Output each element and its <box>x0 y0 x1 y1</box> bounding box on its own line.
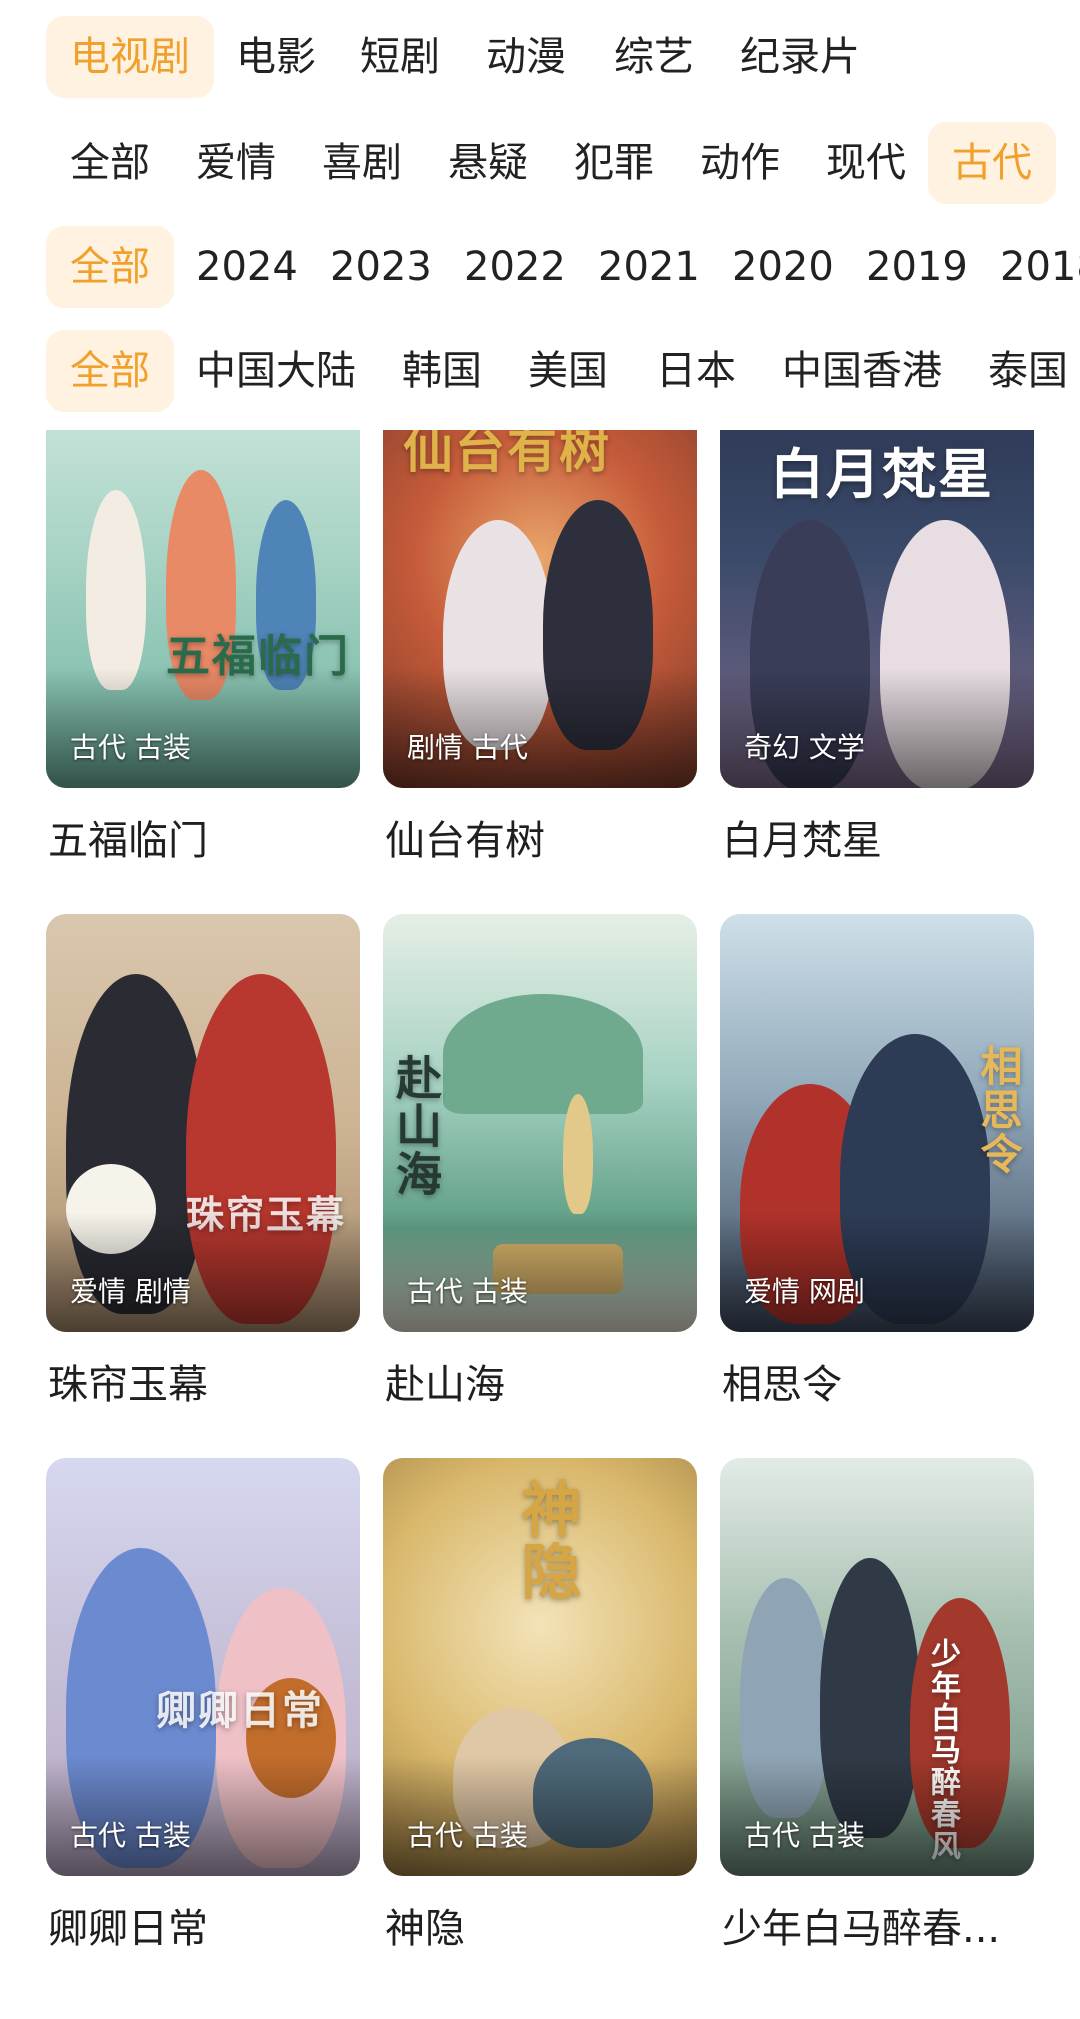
region-row: 全部 中国大陆 韩国 美国 日本 中国香港 泰国 <box>0 330 1080 412</box>
show-tags: 奇幻 文学 <box>744 731 865 764</box>
year-2020[interactable]: 2020 <box>708 226 858 308</box>
genre-modern[interactable]: 现代 <box>802 122 930 204</box>
show-title: 五福临门 <box>48 818 208 864</box>
region-all[interactable]: 全部 <box>46 330 174 412</box>
region-korea[interactable]: 韩国 <box>378 330 506 412</box>
show-title: 白月梵星 <box>722 818 882 864</box>
genre-mystery[interactable]: 悬疑 <box>424 122 552 204</box>
show-title: 少年白马醉春... <box>722 1906 1001 1952</box>
year-2019[interactable]: 2019 <box>842 226 992 308</box>
poster-art-title: 白月梵星 <box>770 442 994 506</box>
poster-image: 白月梵星 奇幻 文学 <box>720 430 1034 788</box>
genre-ancient[interactable]: 古代 <box>928 122 1056 204</box>
region-thailand[interactable]: 泰国 <box>964 330 1080 412</box>
poster-art-title: 神隐 <box>511 1478 581 1602</box>
genre-all[interactable]: 全部 <box>46 122 174 204</box>
show-title: 仙台有树 <box>385 818 545 864</box>
year-2021[interactable]: 2021 <box>574 226 724 308</box>
show-title: 赴山海 <box>385 1362 505 1408</box>
region-japan[interactable]: 日本 <box>632 330 760 412</box>
genre-romance[interactable]: 爱情 <box>172 122 300 204</box>
poster-image: 五福临门 古代 古装 <box>46 430 360 788</box>
genre-action[interactable]: 动作 <box>676 122 804 204</box>
poster-image: 相思令 爱情 网剧 <box>720 914 1034 1332</box>
poster-art-title: 相思令 <box>974 1044 1023 1176</box>
filter-panel: 电视剧 电影 短剧 动漫 综艺 纪录片 全部 爱情 喜剧 悬疑 犯罪 动作 现代… <box>0 0 1080 430</box>
poster-art-title: 仙台有树 <box>403 430 611 479</box>
show-tags: 爱情 网剧 <box>744 1275 865 1308</box>
region-mainland[interactable]: 中国大陆 <box>172 330 380 412</box>
show-title: 卿卿日常 <box>48 1906 208 1952</box>
show-tags: 古代 古装 <box>70 1819 191 1852</box>
category-tab-movie[interactable]: 电影 <box>212 16 340 98</box>
category-tab-short[interactable]: 短剧 <box>336 16 464 98</box>
region-hongkong[interactable]: 中国香港 <box>758 330 966 412</box>
poster-image: 珠帘玉幕 爱情 剧情 <box>46 914 360 1332</box>
show-title: 珠帘玉幕 <box>48 1362 208 1408</box>
category-row: 电视剧 电影 短剧 动漫 综艺 纪录片 <box>0 16 1080 98</box>
poster-art-title: 赴山海 <box>389 1054 443 1198</box>
show-tags: 爱情 剧情 <box>70 1275 191 1308</box>
category-tab-tv[interactable]: 电视剧 <box>46 16 214 98</box>
show-tags: 古代 古装 <box>744 1819 865 1852</box>
category-tab-documentary[interactable]: 纪录片 <box>716 16 884 98</box>
year-2023[interactable]: 2023 <box>306 226 456 308</box>
poster-image: 仙台有树 剧情 古代 <box>383 430 697 788</box>
show-title: 神隐 <box>385 1906 465 1952</box>
year-row: 全部 2024 2023 2022 2021 2020 2019 2018 <box>0 226 1080 308</box>
genre-comedy[interactable]: 喜剧 <box>298 122 426 204</box>
poster-image: 神隐 古代 古装 <box>383 1458 697 1876</box>
poster-image: 少年白马醉春风 古代 古装 <box>720 1458 1034 1876</box>
show-tags: 古代 古装 <box>407 1819 528 1852</box>
genre-crime[interactable]: 犯罪 <box>550 122 678 204</box>
category-tab-anime[interactable]: 动漫 <box>462 16 590 98</box>
region-usa[interactable]: 美国 <box>504 330 632 412</box>
year-2024[interactable]: 2024 <box>172 226 322 308</box>
year-2018[interactable]: 2018 <box>976 226 1080 308</box>
show-grid: 五福临门 古代 古装 五福临门 仙台有树 剧情 古代 仙台有树 白月梵星 奇幻 … <box>0 430 1080 2019</box>
genre-row: 全部 爱情 喜剧 悬疑 犯罪 动作 现代 古代 <box>0 122 1080 204</box>
show-title: 相思令 <box>722 1362 842 1408</box>
year-2022[interactable]: 2022 <box>440 226 590 308</box>
show-tags: 古代 古装 <box>407 1275 528 1308</box>
poster-image: 赴山海 古代 古装 <box>383 914 697 1332</box>
poster-art-title: 卿卿日常 <box>156 1687 324 1734</box>
poster-image: 卿卿日常 古代 古装 <box>46 1458 360 1876</box>
show-tags: 古代 古装 <box>70 731 191 764</box>
show-tags: 剧情 古代 <box>407 731 528 764</box>
year-all[interactable]: 全部 <box>46 226 174 308</box>
category-tab-variety[interactable]: 综艺 <box>590 16 718 98</box>
